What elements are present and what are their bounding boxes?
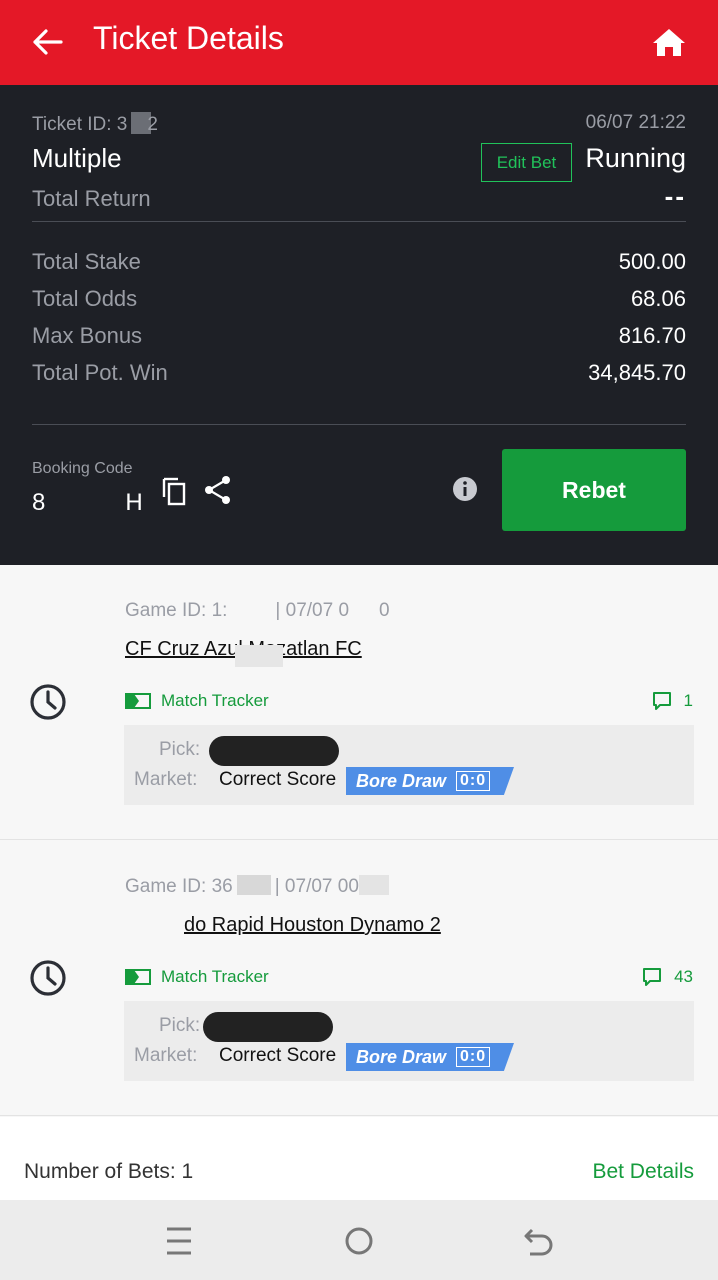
home-nav-button[interactable] xyxy=(342,1224,376,1258)
share-button[interactable] xyxy=(203,475,233,505)
comments-count: 1 xyxy=(683,691,693,710)
bore-draw-tag: Bore Draw 0:0 xyxy=(346,1043,514,1071)
comments-button[interactable]: 43 xyxy=(642,967,693,987)
game-id-prefix: Game ID: 36 xyxy=(125,876,233,897)
pick-box: Pick: Market: Correct Score Bore Draw 0:… xyxy=(124,725,694,805)
clock-icon xyxy=(30,684,66,720)
tag-label: Bore Draw xyxy=(356,770,447,791)
comment-icon xyxy=(643,968,662,986)
total-stake-value: 500.00 xyxy=(618,249,686,274)
tag-score: 0:0 xyxy=(456,1047,491,1067)
share-icon xyxy=(205,476,230,504)
market-label: Market: xyxy=(134,1045,198,1066)
total-odds-value: 68.06 xyxy=(630,286,686,311)
system-navigation-bar xyxy=(0,1200,718,1280)
tag-label: Bore Draw xyxy=(356,1046,447,1067)
booking-code: 8H xyxy=(32,489,145,517)
redacted-pick xyxy=(209,736,339,766)
back-button[interactable] xyxy=(28,22,68,62)
game-id: Game ID: 36 | 07/07 00 xyxy=(125,875,389,898)
game-id: Game ID: 1: | 07/07 0 0 xyxy=(125,599,390,622)
number-of-bets: Number of Bets: 1 xyxy=(24,1160,194,1183)
app-header: Ticket Details xyxy=(0,0,718,85)
arrow-left-icon xyxy=(33,29,63,55)
divider xyxy=(32,221,686,222)
back-nav-button[interactable] xyxy=(522,1224,556,1258)
max-bonus-value: 816.70 xyxy=(618,323,686,348)
pick-box: Pick: Market: Correct Score Bore Draw 0:… xyxy=(124,1001,694,1081)
match-tracker-icon xyxy=(125,969,151,985)
booking-code-start: 8 xyxy=(32,489,48,516)
booking-code-end: H xyxy=(125,489,145,516)
market-value: Correct Score xyxy=(219,1045,337,1066)
selection-item: Game ID: 1: | 07/07 00 CF Cruz Azul Mazat… xyxy=(0,565,718,840)
game-id-end: 0 xyxy=(379,600,390,621)
game-id-date: | 07/07 00 xyxy=(274,876,359,897)
selection-item: Game ID: 36 | 07/07 00 do Rapid Houston D… xyxy=(0,841,718,1116)
match-tracker-label: Match Tracker xyxy=(161,691,269,710)
info-button[interactable] xyxy=(452,476,478,502)
divider xyxy=(32,424,686,425)
comment-icon xyxy=(652,692,671,710)
pick-label: Pick: xyxy=(159,1015,201,1036)
tag-score: 0:0 xyxy=(456,771,491,791)
max-bonus-label: Max Bonus xyxy=(32,323,143,348)
redacted-block xyxy=(227,599,276,619)
total-pot-win-value: 34,845.70 xyxy=(588,360,686,385)
redacted-block xyxy=(235,645,283,667)
home-icon xyxy=(653,29,685,56)
circle-home-icon xyxy=(345,1227,373,1255)
redacted-block xyxy=(358,875,389,895)
back-return-icon xyxy=(524,1228,553,1256)
bore-draw-tag: Bore Draw 0:0 xyxy=(346,767,514,795)
ticket-summary: Ticket ID: 3 2 06/07 21:22 Multiple Edit … xyxy=(0,85,718,565)
redacted-block xyxy=(349,599,380,619)
bet-details-link[interactable]: Bet Details xyxy=(592,1160,694,1184)
redacted-pick xyxy=(203,1012,333,1042)
comments-count: 43 xyxy=(674,967,693,986)
game-id-date: | 07/07 0 xyxy=(275,600,350,621)
clock-icon xyxy=(30,960,66,996)
match-tracker-link[interactable]: Match Tracker xyxy=(125,967,269,987)
info-icon xyxy=(453,477,477,501)
redacted-block xyxy=(236,875,271,895)
booking-code-label: Booking Code xyxy=(32,460,133,477)
comments-button[interactable]: 1 xyxy=(652,691,693,711)
home-button[interactable] xyxy=(648,22,690,62)
bet-type: Multiple xyxy=(32,143,122,173)
pick-label: Pick: xyxy=(159,739,201,760)
match-tracker-link[interactable]: Match Tracker xyxy=(125,691,269,711)
match-tracker-label: Match Tracker xyxy=(161,967,269,986)
market-value: Correct Score xyxy=(219,769,337,790)
total-return-value: -- xyxy=(664,181,686,211)
copy-button[interactable] xyxy=(160,475,190,507)
total-stake-label: Total Stake xyxy=(32,249,141,274)
page-title: Ticket Details xyxy=(93,20,284,56)
ticket-footer: Number of Bets: 1 Bet Details xyxy=(0,1118,718,1200)
market-label: Market: xyxy=(134,769,198,790)
rebet-button[interactable]: Rebet xyxy=(502,449,686,531)
ticket-id: Ticket ID: 3 2 xyxy=(32,112,158,136)
total-pot-win-label: Total Pot. Win xyxy=(32,360,168,385)
status-badge: Running xyxy=(585,143,686,173)
recent-apps-button[interactable] xyxy=(162,1224,196,1258)
ticket-date: 06/07 21:22 xyxy=(585,112,686,133)
selection-list: Game ID: 1: | 07/07 00 CF Cruz Azul Mazat… xyxy=(0,565,718,1117)
match-name-link[interactable]: do Rapid Houston Dynamo 2 xyxy=(184,914,441,937)
total-odds-label: Total Odds xyxy=(32,286,138,311)
ticket-id-prefix: Ticket ID: 3 xyxy=(32,114,128,135)
copy-icon xyxy=(162,477,186,506)
game-id-prefix: Game ID: 1: xyxy=(125,600,228,621)
ticket-id-suffix: 2 xyxy=(147,114,158,135)
total-return-label: Total Return xyxy=(32,186,151,211)
menu-icon xyxy=(167,1227,191,1255)
match-tracker-icon xyxy=(125,693,151,709)
edit-bet-button[interactable]: Edit Bet xyxy=(481,143,572,182)
